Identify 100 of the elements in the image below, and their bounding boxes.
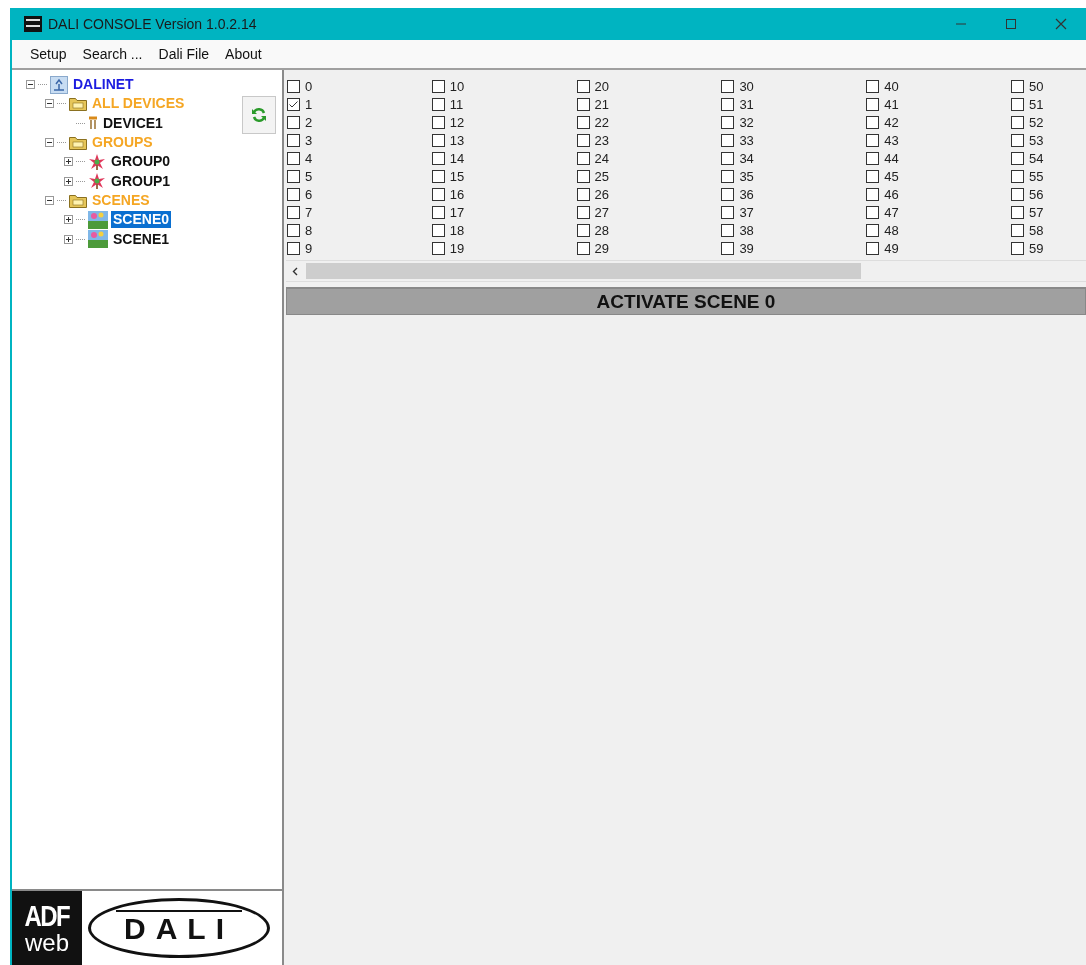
- checkbox[interactable]: [431, 133, 445, 147]
- address-label: 38: [739, 223, 754, 239]
- checkbox[interactable]: [431, 188, 445, 202]
- checkbox[interactable]: [721, 242, 735, 256]
- expand-icon[interactable]: [64, 176, 73, 186]
- checkbox[interactable]: [576, 151, 590, 165]
- checkbox[interactable]: [866, 242, 880, 256]
- checkbox[interactable]: [576, 79, 590, 93]
- picture-icon: [88, 210, 108, 229]
- checkbox[interactable]: [1011, 224, 1024, 238]
- checkbox[interactable]: [721, 188, 735, 202]
- expand-icon[interactable]: [64, 215, 73, 225]
- tree-item[interactable]: SCENE0: [111, 211, 172, 229]
- menu-item[interactable]: Setup: [22, 43, 75, 65]
- checkbox[interactable]: [721, 224, 735, 238]
- folder-icon: [69, 135, 87, 151]
- checkbox[interactable]: [1011, 133, 1024, 147]
- checkbox[interactable]: [576, 97, 590, 111]
- address-label: 29: [594, 241, 610, 257]
- tree-item[interactable]: DALINET: [71, 76, 136, 94]
- checkbox[interactable]: [576, 206, 590, 220]
- tree-item[interactable]: DEVICE1: [101, 114, 165, 132]
- checkbox[interactable]: [431, 115, 445, 129]
- checkbox[interactable]: [431, 97, 445, 111]
- checkbox[interactable]: [721, 133, 735, 147]
- checkbox[interactable]: [576, 242, 590, 256]
- address-label: 2: [305, 114, 313, 130]
- checkbox[interactable]: [866, 206, 880, 220]
- checkbox[interactable]: [287, 97, 300, 111]
- checkbox[interactable]: [866, 151, 880, 165]
- checkbox[interactable]: [431, 206, 445, 220]
- menu-item[interactable]: About: [217, 43, 270, 65]
- expand-icon[interactable]: [64, 234, 73, 244]
- checkbox[interactable]: [866, 224, 880, 238]
- checkbox[interactable]: [287, 115, 300, 129]
- activate-scene-button[interactable]: ACTIVATE SCENE 0: [286, 287, 1086, 315]
- checkbox[interactable]: [287, 224, 300, 238]
- checkbox[interactable]: [287, 170, 300, 183]
- checkbox[interactable]: [431, 151, 445, 165]
- collapse-icon[interactable]: [45, 99, 54, 109]
- checkbox[interactable]: [1011, 97, 1024, 111]
- checkbox[interactable]: [287, 151, 300, 165]
- checkbox[interactable]: [721, 97, 735, 111]
- checkbox[interactable]: [287, 242, 300, 256]
- checkbox[interactable]: [721, 115, 735, 129]
- checkbox[interactable]: [1011, 188, 1024, 202]
- checkbox[interactable]: [576, 188, 590, 202]
- checkbox[interactable]: [866, 97, 880, 111]
- checkbox[interactable]: [576, 224, 590, 238]
- tree-item[interactable]: GROUP0: [109, 153, 173, 171]
- checkbox[interactable]: [287, 79, 300, 93]
- checkbox[interactable]: [866, 115, 880, 129]
- checkbox[interactable]: [576, 133, 590, 147]
- refresh-button[interactable]: [242, 96, 276, 134]
- address-label: 43: [884, 132, 899, 148]
- address-label: 55: [1029, 169, 1044, 184]
- checkbox[interactable]: [287, 133, 300, 147]
- address-label: 57: [1029, 205, 1044, 221]
- checkbox[interactable]: [866, 79, 880, 93]
- address-label: 37: [739, 205, 754, 221]
- checkbox[interactable]: [431, 79, 445, 93]
- expand-icon[interactable]: [64, 157, 73, 167]
- folder-icon: [69, 96, 87, 112]
- checkbox[interactable]: [1011, 170, 1024, 183]
- checkbox[interactable]: [1011, 115, 1024, 129]
- horizontal-scrollbar[interactable]: [286, 260, 1086, 282]
- scroll-left-icon[interactable]: [292, 266, 298, 276]
- address-label: 8: [305, 223, 313, 239]
- network-icon: [50, 75, 68, 94]
- checkbox[interactable]: [721, 151, 735, 165]
- checkbox[interactable]: [866, 188, 880, 202]
- checkbox[interactable]: [1011, 242, 1024, 256]
- menu-item[interactable]: Search ...: [74, 43, 151, 65]
- checkbox[interactable]: [866, 133, 880, 147]
- scrollbar-thumb[interactable]: [306, 263, 861, 279]
- checkbox[interactable]: [721, 170, 735, 183]
- address-label: 24: [594, 150, 610, 166]
- logo-text: DALI: [116, 910, 242, 946]
- checkbox[interactable]: [431, 242, 445, 256]
- collapse-icon[interactable]: [45, 195, 54, 205]
- checkbox[interactable]: [287, 188, 300, 202]
- collapse-icon[interactable]: [45, 138, 54, 148]
- address-label: 6: [305, 187, 313, 203]
- checkbox[interactable]: [866, 170, 880, 183]
- checkbox[interactable]: [1011, 206, 1024, 220]
- checkbox[interactable]: [721, 79, 735, 93]
- collapse-icon[interactable]: [26, 80, 35, 90]
- checkbox[interactable]: [721, 206, 735, 220]
- checkbox[interactable]: [287, 206, 300, 220]
- address-label: 31: [739, 96, 754, 112]
- checkbox[interactable]: [576, 115, 590, 129]
- close-icon: [1055, 18, 1067, 30]
- menu-item[interactable]: Dali File: [150, 43, 218, 65]
- tree-item[interactable]: SCENE1: [111, 230, 172, 248]
- checkbox[interactable]: [576, 170, 590, 183]
- checkbox[interactable]: [1011, 151, 1024, 165]
- tree-item[interactable]: GROUP1: [109, 172, 173, 190]
- checkbox[interactable]: [431, 170, 445, 183]
- checkbox[interactable]: [1011, 79, 1024, 93]
- checkbox[interactable]: [431, 224, 445, 238]
